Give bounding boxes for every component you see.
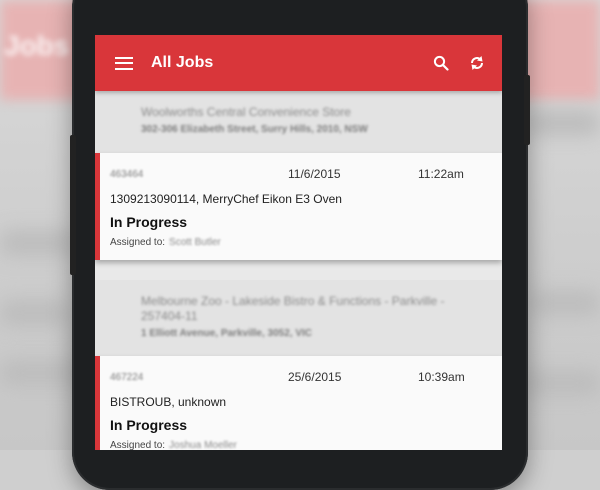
volume-button — [70, 135, 76, 275]
job-status: In Progress — [110, 214, 188, 230]
assigned-label: Assigned to: — [110, 440, 166, 450]
app-bar: All Jobs — [95, 35, 502, 91]
job-equipment: BISTROUB, unknown — [110, 395, 227, 409]
job-id: 467224 — [110, 372, 144, 383]
site-header[interactable]: Woolworths Central Convenience Store 302… — [95, 91, 502, 153]
search-icon[interactable] — [430, 52, 452, 74]
site-name: Woolworths Central Convenience Store — [141, 105, 351, 119]
assignee-name: Joshua Moeller — [169, 440, 237, 450]
assignee-name: Scott Butler — [169, 237, 221, 248]
page-title: All Jobs — [151, 54, 214, 71]
job-status: In Progress — [110, 417, 188, 433]
background-title: Jobs — [4, 30, 70, 61]
job-card[interactable]: 467224 25/6/2015 10:39am BISTROUB, unkno… — [95, 356, 502, 450]
job-date: 25/6/2015 — [288, 370, 342, 384]
site-name: Melbourne Zoo - Lakeside Bistro & Functi… — [141, 294, 445, 323]
job-id: 463464 — [110, 169, 144, 180]
job-time: 10:39am — [418, 370, 465, 384]
job-time: 11:22am — [418, 167, 464, 181]
assigned-row: Assigned to: Joshua Moeller — [110, 440, 488, 450]
assigned-row: Assigned to: Scott Butler — [110, 237, 488, 248]
sync-icon[interactable] — [466, 52, 488, 74]
job-date: 11/6/2015 — [288, 167, 341, 181]
job-card[interactable]: 463464 11/6/2015 11:22am 1309213090114, … — [95, 153, 502, 260]
job-equipment: 1309213090114, MerryChef Eikon E3 Oven — [110, 192, 342, 206]
site-address: 1 Elliott Avenue, Parkville, 3052, VIC — [141, 328, 313, 339]
app-screen: All Jobs Woolworths Central Convenience … — [95, 35, 502, 450]
jobs-list: Woolworths Central Convenience Store 302… — [95, 91, 502, 450]
power-button — [524, 75, 530, 145]
hamburger-menu-icon[interactable] — [115, 56, 133, 70]
site-header[interactable]: Melbourne Zoo - Lakeside Bistro & Functi… — [95, 280, 502, 356]
assigned-label: Assigned to: — [110, 237, 166, 248]
site-address: 302-306 Elizabeth Street, Surry Hills, 2… — [141, 124, 368, 135]
